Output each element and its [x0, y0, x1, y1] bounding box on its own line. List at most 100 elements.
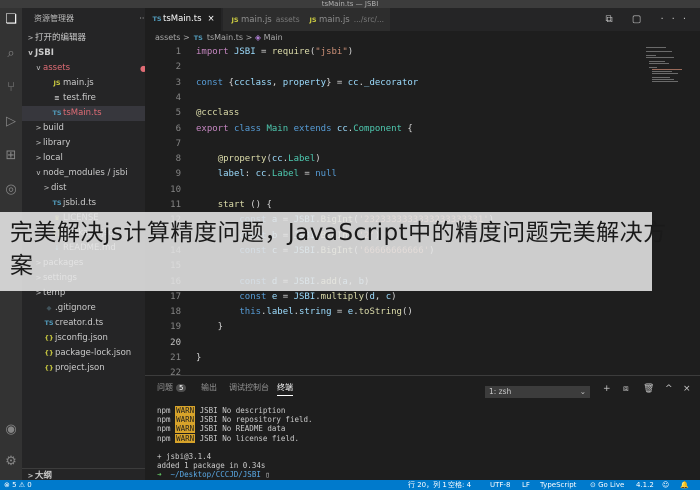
file-tree-item[interactable]: > build [22, 121, 145, 136]
go-live-button[interactable]: ⊙ Go Live [590, 480, 624, 490]
breadcrumb-folder[interactable]: assets [155, 33, 180, 42]
code-token: cc [271, 154, 283, 165]
editor-tab[interactable]: JS main.js assets [223, 8, 306, 31]
file-tree-item[interactable]: {}jsconfig.json [22, 331, 145, 346]
terminal-token: WARN [175, 415, 196, 425]
indentation-status[interactable]: 空格: 4 [448, 480, 471, 490]
breadcrumb-file[interactable]: tsMain.ts [207, 33, 243, 42]
code-token: class [233, 123, 262, 134]
file-tree-item[interactable]: JS main.js [22, 76, 145, 91]
open-editors-section[interactable]: > 打开的编辑器 [22, 31, 145, 46]
code-line[interactable]: @ccclass [196, 108, 239, 118]
typescript-file-icon: TS [152, 15, 162, 23]
notifications-bell-icon[interactable]: 🔔 [680, 480, 689, 490]
file-tree-item[interactable]: v node_modules / jsbi [22, 166, 145, 181]
panel-tab[interactable]: 输出 [201, 382, 217, 393]
file-tree-label: assets [43, 63, 71, 73]
class-symbol-icon: ◈ [254, 33, 262, 42]
files-icon[interactable]: ❏ [3, 12, 19, 28]
extensions-icon[interactable]: ⊞ [3, 148, 19, 164]
chevron-right-icon: > [27, 34, 34, 42]
code-token: const [196, 77, 224, 88]
json-file-icon: {} [44, 364, 54, 372]
file-tree-item[interactable]: TScreator.d.ts [22, 316, 145, 331]
problems-status[interactable]: ⊗ 5 ⚠ 0 [4, 480, 32, 490]
terminal-line: added 1 package in 0.34s [157, 461, 266, 471]
settings-gear-icon[interactable]: ⚙ [3, 454, 19, 470]
code-token: e [271, 291, 278, 302]
code-token: require [271, 47, 310, 57]
eol-status[interactable]: LF [522, 480, 530, 490]
problems-count-badge: 5 [176, 384, 187, 392]
cursor-position[interactable]: 行 20，列 1 [408, 480, 447, 490]
file-tree-item[interactable]: > local [22, 151, 145, 166]
code-line[interactable]: } [196, 353, 201, 363]
code-editor[interactable]: 1 import JSBI = require("jsbi") 2 3 const {c… [145, 45, 700, 375]
window-title: tsMain.ts — JSBI [321, 0, 379, 8]
maximize-panel-icon[interactable]: ^ [665, 384, 673, 394]
code-line[interactable]: label: cc.Label = null [196, 169, 337, 179]
typescript-file-icon: TS [52, 109, 62, 117]
file-tree-label: creator.d.ts [55, 318, 104, 328]
code-token: cc [255, 169, 267, 180]
code-line[interactable]: this.label.string = e.toString() [196, 307, 412, 318]
panel-tab[interactable]: 调试控制台 [229, 382, 269, 393]
file-tree-label: main.js [63, 78, 94, 88]
terminal-select-value: 1: zsh [489, 387, 512, 396]
file-tree-item[interactable]: ≡ test.fire [22, 91, 145, 106]
file-tree-item[interactable]: > dist [22, 181, 145, 196]
code-line[interactable]: const e = JSBI.multiply(d, c) [196, 291, 396, 302]
file-tree-item[interactable]: TStsMain.ts5 [22, 106, 145, 121]
code-line[interactable]: export class Main extends cc.Component { [196, 124, 413, 134]
code-token: property [282, 77, 327, 88]
file-tree-item[interactable]: > library [22, 136, 145, 151]
project-label: JSBI [35, 48, 54, 58]
terminal-token: WARN [175, 406, 196, 415]
file-tree-item[interactable]: {}package-lock.json [22, 346, 145, 361]
terminal-select[interactable]: 1: zsh ⌄ [485, 386, 590, 398]
file-tree-item[interactable]: ◆ .gitignore [22, 301, 145, 316]
file-tree-item[interactable]: v assets ● [22, 61, 145, 76]
source-control-icon[interactable]: ⑂ [3, 80, 19, 96]
language-mode[interactable]: TypeScript [540, 480, 576, 490]
split-terminal-icon[interactable]: ⧈ [623, 384, 629, 394]
remote-icon[interactable]: ◎ [3, 182, 19, 198]
typescript-file-icon: TS [44, 319, 54, 327]
panel-tab[interactable]: 终端 [277, 382, 293, 396]
code-line[interactable]: start () { [196, 200, 272, 210]
bottom-panel: 问题 5 输出 调试控制台 终端 1: zsh ⌄ + ⧈ 🗑 ^ × npm WARN… [145, 375, 700, 480]
code-token: string [298, 307, 332, 318]
account-icon[interactable]: ◉ [3, 422, 19, 438]
feedback-icon[interactable]: ☺ [662, 480, 669, 490]
code-token: Label [271, 169, 299, 180]
breadcrumb-symbol[interactable]: Main [264, 33, 283, 42]
chevron-down-icon: v [36, 64, 41, 72]
minimap[interactable] [640, 45, 688, 95]
run-debug-icon[interactable]: ▷ [3, 114, 19, 130]
editor-actions[interactable]: ⧉ ▢ ··· [606, 8, 694, 31]
panel-tab-label: 输出 [201, 383, 217, 392]
terminal-line: + jsbi@3.1.4 [157, 452, 212, 461]
editor-tab[interactable]: JS main.js .../src/... [301, 8, 391, 31]
editor-tab[interactable]: TStsMain.ts × [145, 8, 221, 31]
code-line[interactable]: import JSBI = require("jsbi") [196, 47, 353, 57]
new-terminal-icon[interactable]: + [603, 384, 611, 394]
line-number: 9 [175, 169, 181, 180]
panel-tab[interactable]: 问题 5 [157, 382, 187, 393]
file-tree-item[interactable]: TSjsbi.d.ts [22, 196, 145, 211]
code-line[interactable]: } [196, 322, 223, 332]
file-tree-item[interactable]: {}project.json [22, 361, 145, 376]
close-panel-icon[interactable]: × [683, 384, 691, 394]
tab-label: main.js [319, 15, 350, 25]
code-token: @property [217, 154, 267, 165]
ts-version[interactable]: 4.1.2 [636, 480, 654, 490]
outline-section[interactable]: > 大纲 [22, 468, 145, 480]
search-icon[interactable]: ⌕ [3, 46, 19, 62]
encoding-status[interactable]: UTF-8 [490, 480, 510, 490]
close-icon[interactable]: × [208, 14, 215, 24]
chevron-right-icon: > [35, 154, 42, 162]
project-section[interactable]: v JSBI [22, 46, 145, 61]
trash-icon[interactable]: 🗑 [643, 384, 654, 394]
code-line[interactable]: @property(cc.Label) [196, 154, 321, 164]
code-line[interactable]: const {ccclass, property} = cc._decorato… [196, 78, 418, 88]
